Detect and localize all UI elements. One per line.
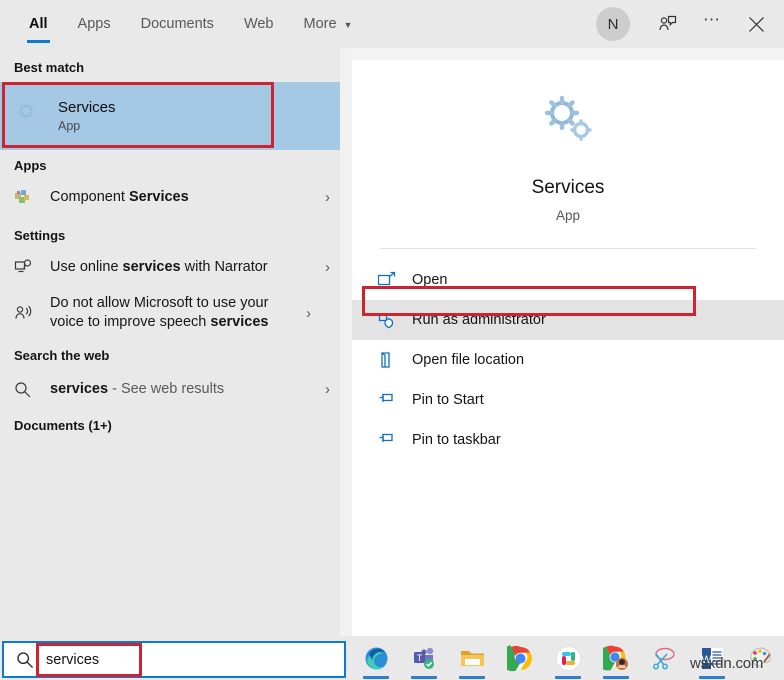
- action-run-as-administrator[interactable]: Run as administrator: [352, 300, 784, 340]
- chevron-right-icon: ›: [325, 188, 330, 206]
- tab-documents[interactable]: Documents: [126, 0, 229, 48]
- search-icon: [14, 378, 40, 400]
- preview-app-name: Services: [531, 177, 605, 198]
- result-speech-services[interactable]: Do not allow Microsoft to use your voice…: [0, 286, 340, 340]
- taskbar-active-indicator: [363, 676, 389, 679]
- snipping-tool-icon[interactable]: [640, 636, 688, 680]
- preview-divider: [380, 248, 756, 249]
- watermark: wsxdn.com: [690, 655, 764, 672]
- file-explorer-icon[interactable]: [448, 636, 496, 680]
- avatar-initial: N: [607, 15, 619, 33]
- action-label: Open file location: [412, 352, 525, 368]
- tab-web[interactable]: Web: [229, 0, 289, 48]
- pane-divider: [340, 48, 352, 636]
- search-box[interactable]: [2, 641, 346, 678]
- narrator-icon: [14, 256, 40, 278]
- apps-heading: Apps: [14, 158, 47, 173]
- result-label: Component Services: [50, 188, 189, 205]
- taskbar-active-indicator: [411, 676, 437, 679]
- settings-heading: Settings: [14, 228, 66, 243]
- close-icon[interactable]: [734, 1, 778, 47]
- best-match-subtitle: App: [58, 119, 81, 133]
- tab-web-label: Web: [243, 16, 274, 32]
- svg-text:T: T: [416, 652, 422, 662]
- action-label: Open: [412, 272, 448, 288]
- web-heading: Search the web: [14, 348, 110, 363]
- tab-all-label: All: [29, 16, 48, 32]
- results-pane: Best match Services App Apps Component S…: [0, 48, 340, 636]
- action-open-file-location[interactable]: Open file location: [352, 340, 784, 380]
- documents-heading: Documents (1+): [14, 418, 112, 433]
- chevron-down-icon: ▼: [343, 19, 353, 30]
- tab-apps-label: Apps: [77, 16, 111, 32]
- ellipsis-icon[interactable]: ⋯: [690, 1, 734, 47]
- tab-all[interactable]: All: [14, 0, 63, 48]
- person-feedback-icon[interactable]: [646, 1, 690, 47]
- gears-icon: [539, 90, 597, 153]
- chevron-right-icon: ›: [325, 258, 330, 276]
- search-tab-bar: All Apps Documents Web More ▼ N ⋯: [0, 0, 784, 48]
- action-open[interactable]: Open: [352, 260, 784, 300]
- result-component-services[interactable]: Component Services ›: [0, 178, 340, 216]
- shield-run-icon: [378, 311, 412, 329]
- taskbar-active-indicator: [555, 676, 581, 679]
- result-web-search[interactable]: services - See web results ›: [0, 370, 340, 408]
- search-input[interactable]: [46, 651, 344, 668]
- tab-list: All Apps Documents Web More ▼: [0, 0, 367, 48]
- taskbar-active-indicator: [699, 676, 725, 679]
- tab-more[interactable]: More ▼: [289, 0, 368, 48]
- pin-icon: [378, 391, 412, 409]
- best-match-result[interactable]: Services App: [0, 82, 274, 150]
- chrome-profile-icon[interactable]: [592, 636, 640, 680]
- result-label: Do not allow Microsoft to use your voice…: [50, 295, 269, 330]
- preview-pane: Services App Open Run as administrator O…: [352, 48, 784, 636]
- pin-icon: [378, 431, 412, 449]
- edge-icon[interactable]: [352, 636, 400, 680]
- tab-more-label: More: [303, 16, 337, 32]
- chrome-icon[interactable]: [496, 636, 544, 680]
- chevron-right-icon: ›: [325, 380, 330, 398]
- search-flyout: All Apps Documents Web More ▼ N ⋯ Best m…: [0, 0, 784, 680]
- action-label: Run as administrator: [412, 312, 546, 328]
- action-label: Pin to taskbar: [412, 432, 501, 448]
- action-pin-to-taskbar[interactable]: Pin to taskbar: [352, 420, 784, 460]
- open-icon: [378, 271, 412, 289]
- best-match-heading: Best match: [14, 60, 85, 75]
- window-controls: N ⋯: [596, 0, 784, 48]
- component-services-icon: [14, 186, 40, 208]
- voice-icon: [14, 302, 40, 324]
- chevron-right-icon: ›: [306, 304, 311, 322]
- folder-open-icon: [378, 351, 412, 369]
- best-match-title: Services: [58, 99, 116, 116]
- taskbar-active-indicator: [459, 676, 485, 679]
- result-label: Use online services with Narrator: [50, 258, 268, 275]
- preview-header: Services App: [352, 60, 784, 260]
- avatar[interactable]: N: [596, 7, 630, 41]
- preview-app-type: App: [555, 208, 581, 223]
- result-label: services - See web results: [50, 380, 225, 397]
- preview-card: Services App Open Run as administrator O…: [352, 60, 784, 636]
- taskbar-active-indicator: [603, 676, 629, 679]
- teams-icon[interactable]: T: [400, 636, 448, 680]
- result-narrator-services[interactable]: Use online services with Narrator ›: [0, 248, 340, 286]
- tab-documents-label: Documents: [140, 16, 214, 32]
- action-label: Pin to Start: [412, 392, 484, 408]
- best-match-highlight-strip: [274, 82, 340, 150]
- search-icon: [4, 651, 46, 669]
- tab-apps[interactable]: Apps: [63, 0, 126, 48]
- tab-bar-spacer: [367, 0, 596, 48]
- gears-icon: [14, 99, 48, 134]
- slack-icon[interactable]: [544, 636, 592, 680]
- action-pin-to-start[interactable]: Pin to Start: [352, 380, 784, 420]
